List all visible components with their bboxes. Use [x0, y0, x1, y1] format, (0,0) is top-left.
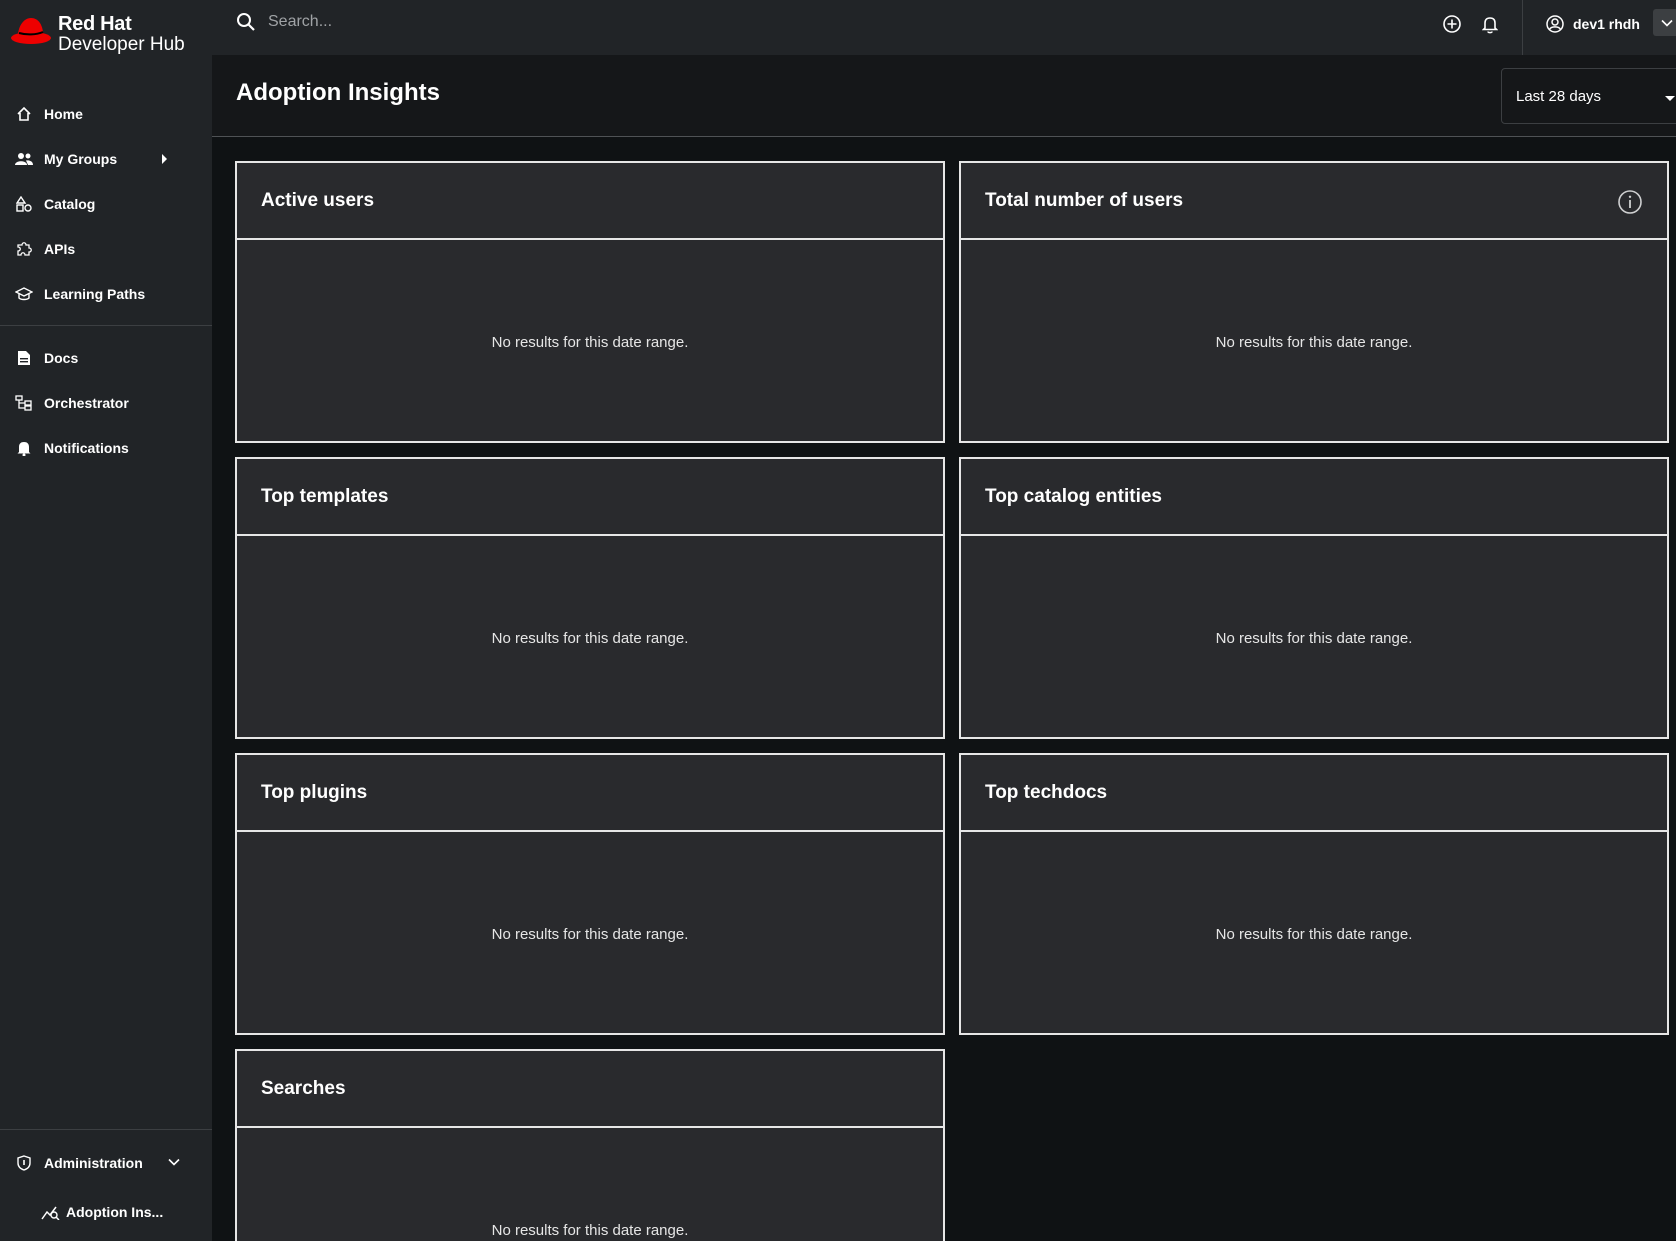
sidebar-divider: [0, 325, 212, 326]
card-top-templates: Top templates No results for this date r…: [235, 457, 945, 739]
sidebar-item-learning-paths[interactable]: Learning Paths: [0, 274, 212, 314]
user-menu-toggle[interactable]: [1653, 9, 1676, 36]
card-title: Searches: [261, 1078, 346, 1099]
bell-icon: [1482, 16, 1498, 33]
top-bar: dev1 rhdh: [212, 0, 1676, 55]
sidebar-item-home[interactable]: Home: [0, 94, 212, 134]
empty-message: No results for this date range.: [491, 926, 689, 943]
sidebar-item-adoption-insights[interactable]: Adoption Ins...: [0, 1192, 212, 1232]
sidebar-item-label: APIs: [44, 241, 76, 257]
date-range-select[interactable]: Last 28 days: [1501, 68, 1676, 124]
catalog-icon: [15, 195, 33, 213]
card-header: Top catalog entities: [961, 459, 1667, 536]
card-top-plugins: Top plugins No results for this date ran…: [235, 753, 945, 1035]
info-icon[interactable]: [1617, 189, 1643, 215]
empty-message: No results for this date range.: [491, 630, 689, 647]
user-menu[interactable]: dev1 rhdh: [1546, 12, 1640, 36]
empty-message: No results for this date range.: [1215, 630, 1413, 647]
card-title: Top catalog entities: [985, 486, 1163, 507]
workflow-icon: [15, 394, 33, 412]
date-range-value: Last 28 days: [1516, 88, 1602, 105]
brand-name: Red Hat: [58, 13, 132, 35]
card-header: Searches: [237, 1051, 943, 1128]
card-header: Top templates: [237, 459, 943, 536]
card-title: Total number of users: [985, 190, 1184, 211]
card-active-users: Active users No results for this date ra…: [235, 161, 945, 443]
sidebar-item-label: Administration: [44, 1155, 143, 1171]
sidebar-item-label: Docs: [44, 350, 79, 366]
card-top-catalog-entities: Top catalog entities No results for this…: [959, 457, 1669, 739]
red-hat-logo-icon: [11, 18, 51, 44]
document-icon: [15, 349, 33, 367]
sidebar-divider: [0, 1129, 212, 1130]
graduation-cap-icon: [15, 285, 33, 303]
shield-icon: [15, 1154, 33, 1172]
card-header: Total number of users: [961, 163, 1667, 240]
sidebar-item-docs[interactable]: Docs: [0, 338, 212, 378]
notifications-button[interactable]: [1479, 13, 1501, 35]
card-top-techdocs: Top techdocs No results for this date ra…: [959, 753, 1669, 1035]
sidebar-item-orchestrator[interactable]: Orchestrator: [0, 383, 212, 423]
empty-message: No results for this date range.: [1215, 926, 1413, 943]
sidebar-item-label: My Groups: [44, 151, 118, 167]
sidebar-item-apis[interactable]: APIs: [0, 229, 212, 269]
caret-down-icon: [1665, 96, 1675, 101]
empty-message: No results for this date range.: [491, 334, 689, 351]
card-header: Top plugins: [237, 755, 943, 832]
sidebar-item-label: Orchestrator: [44, 395, 129, 411]
card-title: Top plugins: [261, 782, 368, 803]
page-header: Adoption Insights Last 28 days: [212, 55, 1676, 137]
empty-message: No results for this date range.: [491, 1222, 689, 1239]
caret-right-icon: [162, 154, 167, 164]
sidebar-item-label: Catalog: [44, 196, 96, 212]
sidebar-item-label: Adoption Ins...: [66, 1204, 164, 1220]
card-header: Active users: [237, 163, 943, 240]
sidebar-item-label: Home: [44, 106, 83, 122]
user-name: dev1 rhdh: [1573, 16, 1640, 32]
search-input[interactable]: [268, 13, 668, 31]
sidebar-item-label: Notifications: [44, 440, 129, 456]
chevron-down-icon: [1661, 19, 1673, 27]
sidebar: Red Hat Developer Hub Home My Groups Cat…: [0, 0, 212, 1241]
page-title: Adoption Insights: [236, 79, 440, 106]
card-searches: Searches No results for this date range.: [235, 1049, 945, 1241]
sidebar-item-my-groups[interactable]: My Groups: [0, 139, 212, 179]
search-box[interactable]: [236, 12, 668, 32]
create-button[interactable]: [1441, 13, 1463, 35]
card-title: Top techdocs: [985, 782, 1108, 803]
bell-icon: [15, 439, 33, 457]
users-icon: [15, 150, 33, 168]
user-circle-icon: [1546, 15, 1564, 33]
brand-logo[interactable]: Red Hat Developer Hub: [10, 14, 185, 62]
puzzle-icon: [15, 240, 33, 258]
plus-circle-icon: [1443, 15, 1461, 33]
card-title: Active users: [261, 190, 375, 211]
search-icon: [237, 13, 255, 31]
sidebar-item-administration[interactable]: Administration: [0, 1143, 212, 1183]
sidebar-item-notifications[interactable]: Notifications: [0, 428, 212, 468]
card-total-users: Total number of users No results for thi…: [959, 161, 1669, 443]
empty-message: No results for this date range.: [1215, 334, 1413, 351]
analytics-icon: [41, 1203, 61, 1221]
topbar-divider: [1522, 0, 1523, 55]
sidebar-item-label: Learning Paths: [44, 286, 146, 302]
card-header: Top techdocs: [961, 755, 1667, 832]
home-icon: [15, 105, 33, 123]
sidebar-item-catalog[interactable]: Catalog: [0, 184, 212, 224]
card-title: Top templates: [261, 486, 389, 507]
brand-product: Developer Hub: [58, 34, 185, 55]
chevron-down-icon: [168, 1158, 180, 1166]
